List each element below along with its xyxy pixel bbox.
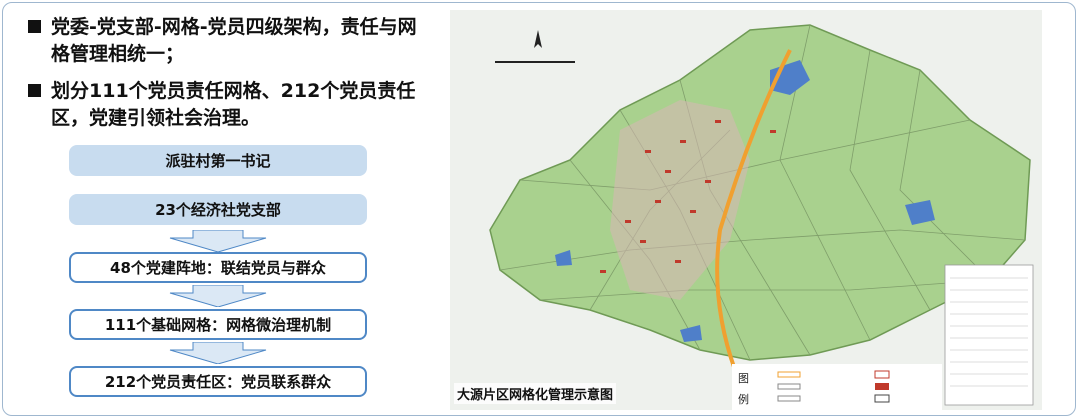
bullet-item: 划分111个党员责任网格、212个党员责任区，党建引领社会治理。 [28, 78, 423, 132]
bullet-text: 划分111个党员责任网格、212个党员责任区，党建引领社会治理。 [51, 80, 416, 129]
square-bullet-icon [28, 20, 41, 33]
bullet-list: 党委-党支部-网格-党员四级架构，责任与网格管理相统一； 划分111个党员责任网… [28, 14, 423, 142]
level-box-grids: 111个基础网格：网格微治理机制 [69, 309, 367, 340]
legend-heading: 图 [738, 372, 749, 385]
level-box-responsibility-areas: 212个党员责任区：党员联系群众 [69, 366, 367, 397]
map-title: 大源片区网格化管理示意图 [454, 383, 617, 404]
square-bullet-icon [28, 84, 41, 97]
map-illustration [450, 10, 1042, 410]
bullet-text: 党委-党支部-网格-党员四级架构，责任与网格管理相统一； [51, 16, 417, 65]
legend-heading: 例 [738, 393, 749, 406]
bullet-item: 党委-党支部-网格-党员四级架构，责任与网格管理相统一； [28, 14, 423, 68]
down-arrow-icon [169, 230, 267, 252]
level-box-positions: 48个党建阵地：联结党员与群众 [69, 252, 367, 283]
grid-management-map: 图 例 大源片区网格化管理示意图 [450, 10, 1042, 410]
level-box-party-branch: 23个经济社党支部 [69, 194, 367, 225]
down-arrow-icon [169, 285, 267, 307]
level-box-secretary: 派驻村第一书记 [69, 145, 367, 176]
down-arrow-icon [169, 342, 267, 364]
